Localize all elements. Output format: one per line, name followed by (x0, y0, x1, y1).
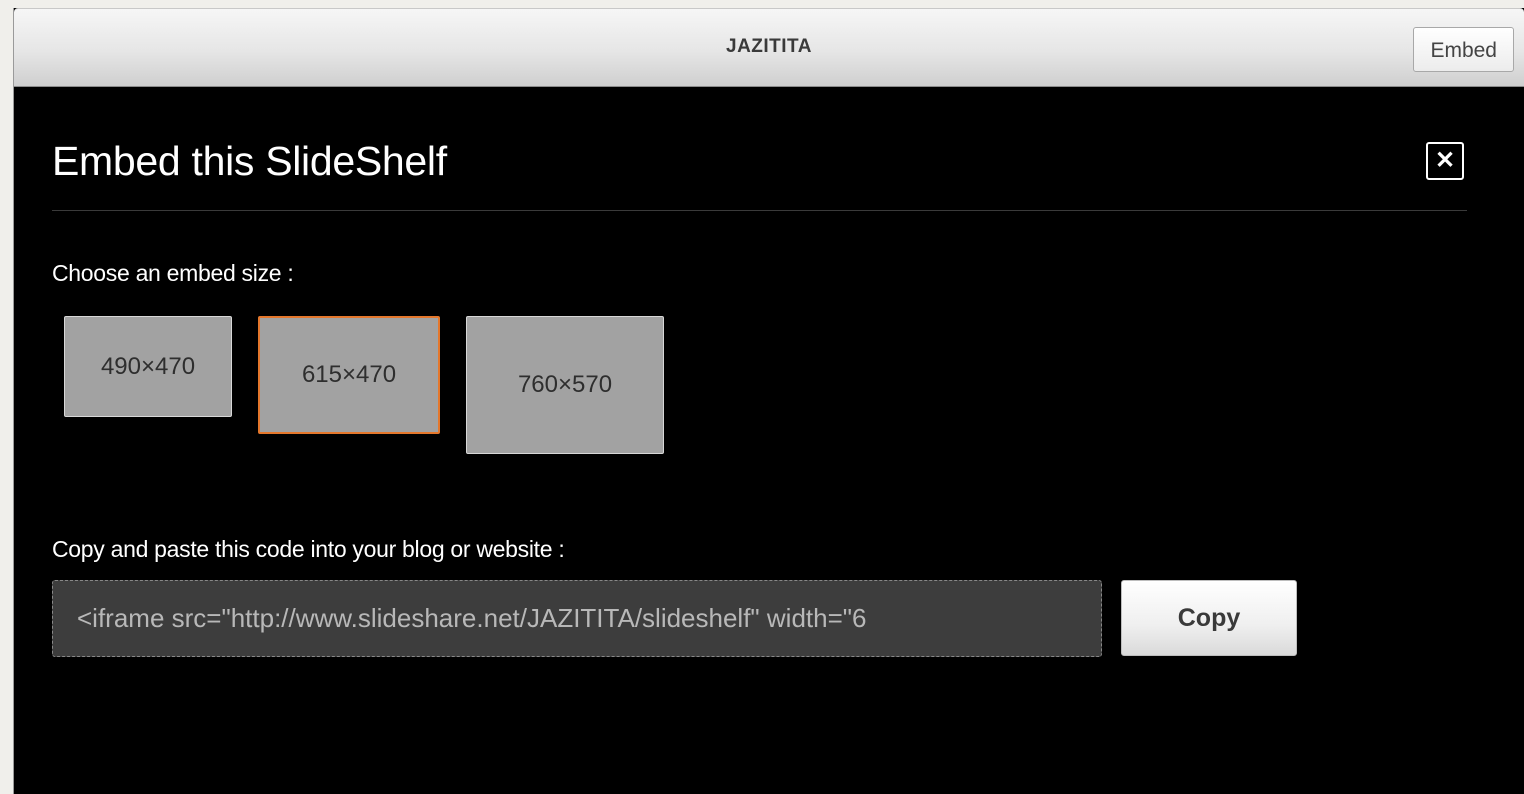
size-option-760x570[interactable]: 760×570 (466, 316, 664, 454)
dialog-title: Embed this SlideShelf (52, 138, 447, 184)
size-option-490x470[interactable]: 490×470 (64, 316, 232, 417)
title-divider (52, 210, 1467, 211)
embed-size-label: Choose an embed size : (52, 260, 294, 286)
embed-button[interactable]: Embed (1413, 27, 1514, 72)
size-option-615x470[interactable]: 615×470 (258, 316, 440, 434)
copy-button[interactable]: Copy (1121, 580, 1297, 656)
header-bar: JAZITITA Embed (14, 8, 1524, 87)
header-title: JAZITITA (726, 36, 812, 57)
code-label: Copy and paste this code into your blog … (52, 536, 565, 562)
embed-code-input[interactable] (52, 580, 1102, 657)
close-icon: ✕ (1434, 147, 1456, 174)
close-button[interactable]: ✕ (1426, 142, 1464, 180)
slideshelf-frame: JAZITITA Embed (13, 8, 1524, 794)
